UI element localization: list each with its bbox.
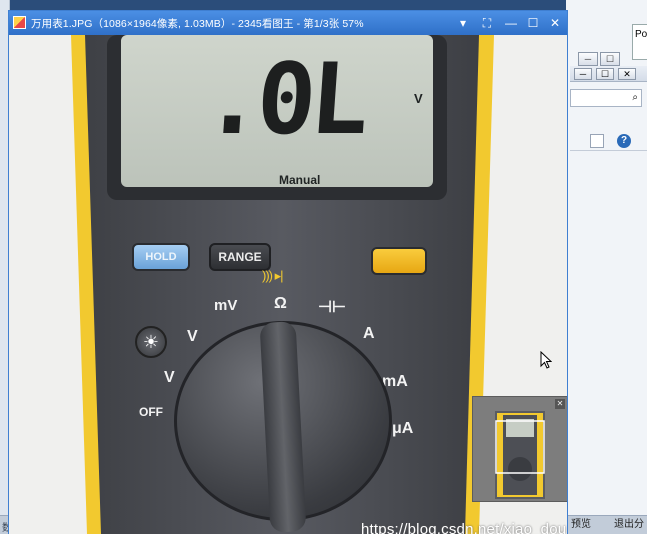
dial-knob-pointer [259, 321, 307, 533]
menu-dropdown-button[interactable]: ▾ [452, 13, 474, 33]
bg-search-input[interactable]: ⌕ [570, 89, 642, 107]
lcd-reading: .0L [200, 43, 368, 157]
dial-label-v-dc: V [187, 328, 198, 345]
close-button[interactable]: ✕ [544, 13, 566, 33]
yellow-function-button[interactable] [371, 247, 427, 275]
app-logo-icon [13, 16, 26, 29]
mouse-cursor-icon [540, 351, 552, 369]
dial-label-v-ac: V [164, 369, 175, 386]
fullscreen-button[interactable]: ⛶ [476, 13, 498, 33]
dial-label-off: OFF [139, 405, 163, 419]
maximize-button[interactable]: ☐ [522, 13, 544, 33]
range-button[interactable]: RANGE [209, 243, 271, 271]
bg-toolbar [570, 131, 647, 151]
continuity-icon: ))) ▸| [262, 268, 283, 283]
image-viewer-window: 万用表1.JPG（1086×1964像素, 1.03MB）- 2345看图王 -… [8, 10, 568, 534]
dial-label-ohm: Ω [274, 295, 287, 312]
backlight-icon: ☀ [142, 332, 160, 352]
search-icon: ⌕ [632, 92, 638, 103]
viewer-titlebar[interactable]: 万用表1.JPG（1086×1964像素, 1.03MB）- 2345看图王 -… [9, 11, 567, 35]
bg-panel-label: Po [632, 24, 647, 60]
window-title: 万用表1.JPG（1086×1964像素, 1.03MB）- 2345看图王 -… [31, 18, 364, 30]
bg-tab-preview[interactable]: 预览 [571, 517, 591, 533]
hold-button-label: HOLD [145, 251, 177, 263]
navigator-thumbnail-image [495, 411, 545, 499]
bg-window-minimize-button[interactable]: ─ [578, 52, 598, 66]
rotary-dial[interactable] [174, 321, 392, 533]
dial-label-mv: mV [214, 297, 238, 314]
minimize-button[interactable]: — [500, 13, 522, 33]
bg-tab-exit[interactable]: 退出分 [614, 517, 644, 533]
thumbnail-navigator[interactable]: ✕ [472, 396, 567, 502]
watermark-text: https://blog.csdn.net/xiao_dou_ya_cool [361, 521, 567, 534]
bg-window2-maximize-button[interactable]: ☐ [596, 68, 614, 80]
navigator-close-button[interactable]: ✕ [555, 399, 565, 409]
hold-button[interactable]: HOLD [132, 243, 190, 271]
range-button-label: RANGE [218, 250, 262, 264]
bg-window-maximize-button[interactable]: ☐ [600, 52, 620, 66]
dial-label-amp: A [363, 325, 375, 342]
capacitor-icon: ⊣⊢ [318, 299, 346, 316]
lcd-mode-label: Manual [279, 173, 321, 187]
photo-canvas[interactable]: .0L Manual V HOLD RANGE ☀ mV Ω ))) ▸| ⊣⊢… [9, 35, 567, 534]
bg-window-titlebar: ─ ☐ ✕ [570, 66, 647, 82]
backlight-button[interactable]: ☀ [135, 326, 167, 358]
bg-window2-minimize-button[interactable]: ─ [574, 68, 592, 80]
help-icon[interactable]: ? [617, 134, 631, 148]
dial-label-ua: μA [392, 420, 414, 437]
lcd-unit-label: V [414, 91, 423, 106]
bg-toolbar-icon[interactable] [590, 134, 604, 148]
bg-window2-close-button[interactable]: ✕ [618, 68, 636, 80]
